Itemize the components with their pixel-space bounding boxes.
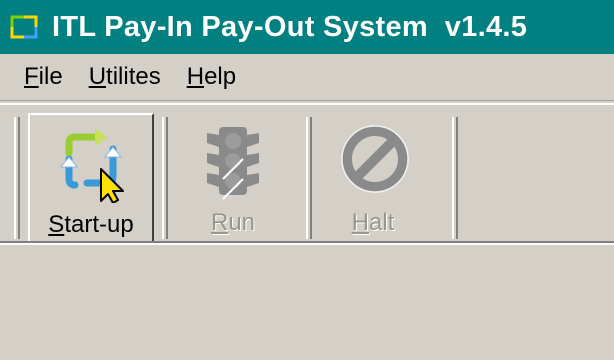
title-bar[interactable]: ITL Pay-In Pay-Out System v1.4.5: [0, 0, 614, 54]
menu-file[interactable]: File: [0, 54, 76, 100]
app-icon: [10, 10, 44, 44]
main-client-area: [0, 245, 614, 360]
menu-help[interactable]: Help: [174, 54, 249, 100]
menu-utilites[interactable]: Utilites: [76, 54, 174, 100]
startup-button[interactable]: Start-up: [28, 113, 154, 243]
startup-label: Start-up: [48, 211, 134, 238]
run-button[interactable]: Run: [170, 113, 296, 243]
toolbar-grip[interactable]: [14, 117, 20, 239]
traffic-light-icon: [207, 127, 259, 200]
menu-bar: File Utilites Help: [0, 54, 614, 101]
toolbar-separator: [162, 117, 168, 239]
toolbar-separator: [452, 117, 458, 239]
prohibited-icon: [341, 125, 409, 193]
toolbar: Start-up Run Halt: [0, 103, 614, 243]
halt-label: Halt: [351, 209, 395, 236]
window-title: ITL Pay-In Pay-Out System v1.4.5: [52, 10, 528, 43]
refresh-cycle-icon: [59, 128, 124, 203]
run-label: Run: [210, 209, 256, 236]
halt-button[interactable]: Halt: [310, 113, 436, 243]
